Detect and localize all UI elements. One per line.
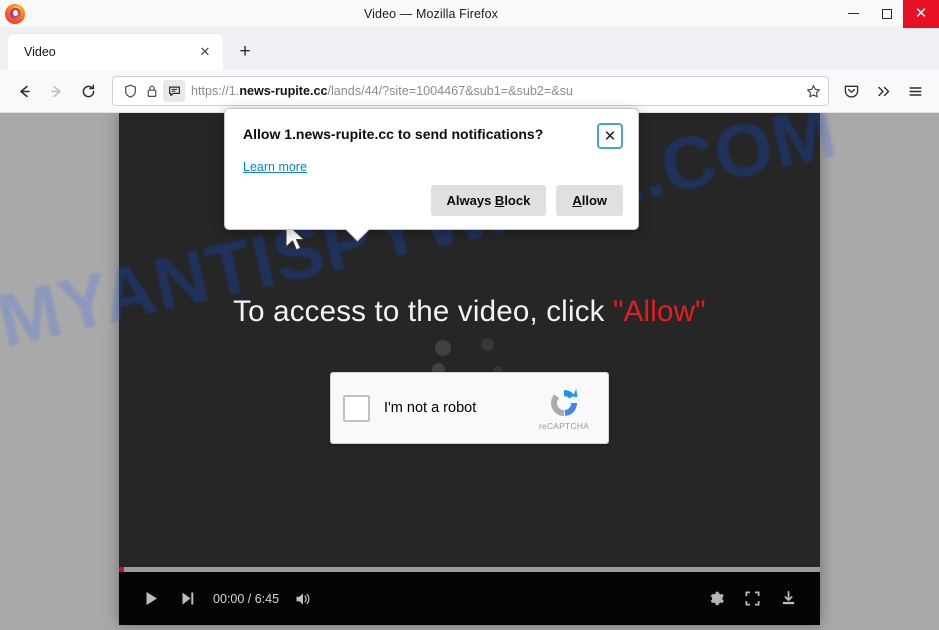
recaptcha-widget[interactable]: I'm not a robot reCAPTCHA [330, 372, 609, 444]
window-controls: ✕ [837, 0, 939, 28]
learn-more-row: Learn more [243, 158, 623, 176]
back-button[interactable] [8, 75, 40, 107]
pocket-button[interactable] [835, 75, 867, 107]
page-headline: To access to the video, click "Allow" [119, 295, 820, 329]
close-icon: ✕ [914, 5, 928, 22]
fullscreen-button[interactable] [734, 581, 770, 617]
back-arrow-icon [19, 85, 30, 97]
recaptcha-branding: reCAPTCHA [532, 386, 596, 431]
headline-text: To access to the video, click [233, 295, 613, 328]
volume-button[interactable] [285, 581, 321, 617]
recaptcha-label: I'm not a robot [384, 400, 477, 416]
reload-button[interactable] [72, 75, 104, 107]
hamburger-menu-icon [909, 86, 921, 96]
browser-window: Video — Mozilla Firefox ✕ Video ✕ + http… [0, 0, 939, 630]
close-icon: ✕ [603, 128, 617, 145]
allow-button[interactable]: Allow [556, 185, 623, 216]
tab-label: Video [24, 45, 56, 59]
close-window-button[interactable]: ✕ [903, 0, 939, 28]
padlock-icon[interactable] [141, 80, 163, 102]
download-button[interactable] [770, 581, 806, 617]
block-post: lock [504, 193, 531, 208]
tab-video[interactable]: Video ✕ [8, 34, 223, 70]
volume-icon [296, 592, 310, 605]
player-controls: 00:00 / 6:45 [119, 572, 820, 625]
download-icon [782, 591, 794, 605]
dialog-actions: Always Block Allow [430, 185, 623, 216]
forward-arrow-icon [50, 85, 61, 97]
recaptcha-brand-text: reCAPTCHA [539, 420, 589, 431]
pocket-icon [844, 85, 858, 98]
url-scheme: https://1. [191, 84, 240, 98]
headline-allow-word: "Allow" [613, 295, 706, 328]
url-path: /lands/44/?site=1004467&sub1=&sub2=&su [327, 84, 573, 98]
next-track-icon [182, 592, 193, 605]
forward-button [40, 75, 72, 107]
url-bar[interactable]: https://1.news-rupite.cc/lands/44/?site=… [112, 76, 829, 106]
url-domain: news-rupite.cc [239, 84, 328, 98]
url-text: https://1.news-rupite.cc/lands/44/?site=… [191, 84, 802, 98]
learn-more-link[interactable]: Learn more [243, 160, 307, 174]
gear-icon [710, 591, 724, 606]
time-display: 00:00 / 6:45 [213, 591, 280, 606]
notification-permission-dialog: Allow 1.news-rupite.cc to send notificat… [224, 108, 639, 230]
allow-post: llow [581, 193, 607, 208]
navigation-toolbar: https://1.news-rupite.cc/lands/44/?site=… [0, 70, 939, 113]
reload-icon [82, 83, 94, 97]
title-bar: Video — Mozilla Firefox ✕ [0, 0, 939, 28]
firefox-logo-icon [5, 3, 25, 24]
settings-button[interactable] [698, 581, 734, 617]
maximize-button[interactable] [870, 0, 903, 28]
tab-strip: Video ✕ + [0, 28, 939, 70]
play-button[interactable] [133, 581, 169, 617]
always-block-button[interactable]: Always Block [430, 185, 547, 216]
block-accel: B [494, 193, 505, 208]
chevron-double-right-icon [877, 86, 889, 96]
block-pre: Always [446, 193, 495, 208]
dialog-header: Allow 1.news-rupite.cc to send notificat… [243, 123, 623, 149]
dialog-title: Allow 1.news-rupite.cc to send notificat… [243, 126, 544, 142]
fullscreen-icon [745, 591, 759, 606]
window-title: Video — Mozilla Firefox [363, 6, 499, 21]
minimize-button[interactable] [837, 0, 870, 28]
recaptcha-logo-icon [532, 386, 596, 420]
recaptcha-checkbox[interactable] [343, 394, 370, 422]
next-button[interactable] [169, 581, 205, 617]
app-menu-button[interactable] [899, 75, 931, 107]
allow-accel: A [572, 193, 582, 208]
tab-close-icon[interactable]: ✕ [195, 42, 215, 62]
new-tab-button[interactable]: + [230, 37, 260, 67]
bookmark-star-icon[interactable] [802, 84, 824, 99]
play-icon [146, 592, 157, 605]
tracking-protection-shield-icon[interactable] [119, 80, 141, 102]
dialog-close-button[interactable]: ✕ [597, 123, 623, 149]
notification-permission-icon[interactable] [163, 80, 185, 102]
overflow-button[interactable] [867, 75, 899, 107]
